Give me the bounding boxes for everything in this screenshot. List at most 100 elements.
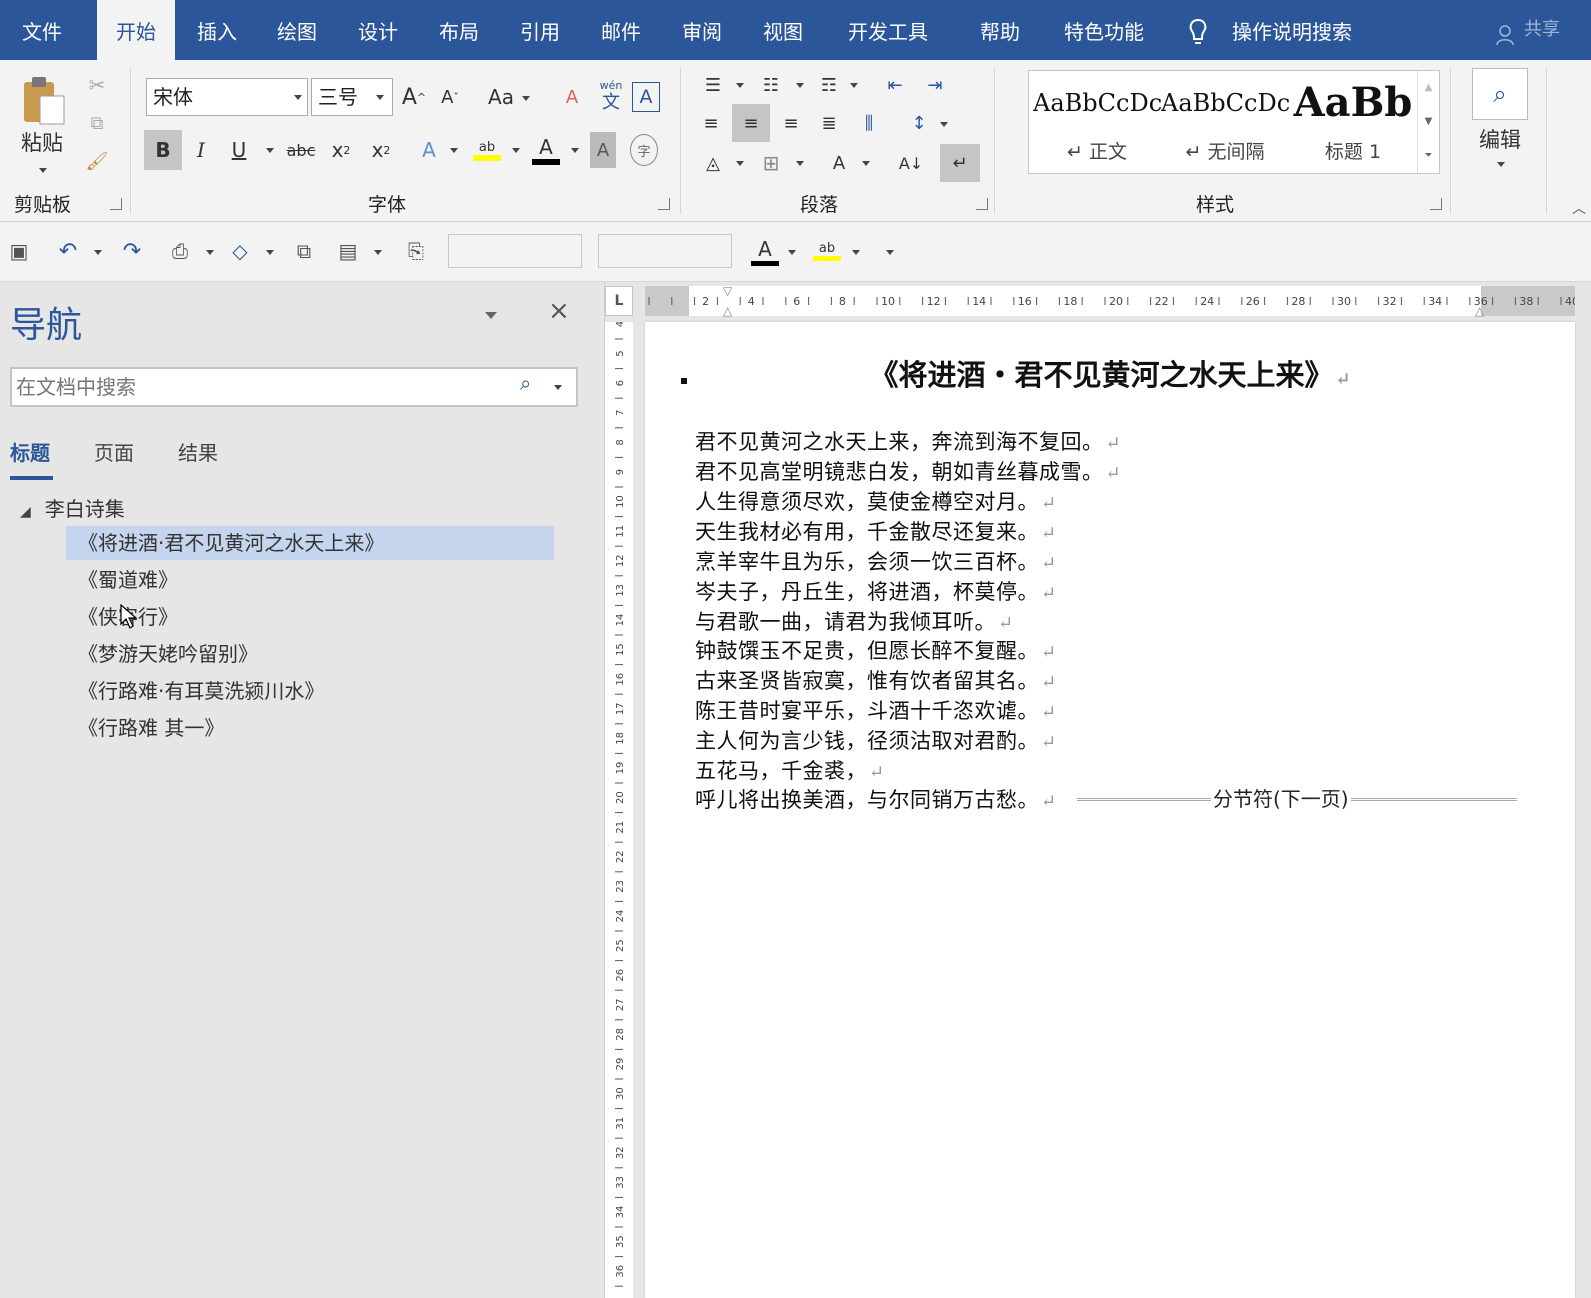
hanging-indent-icon[interactable]: △: [723, 304, 732, 318]
tab-help[interactable]: 帮助: [958, 0, 1042, 60]
qat-highlight-icon[interactable]: ab: [812, 236, 842, 266]
font-name-dropdown-icon[interactable]: [294, 95, 302, 100]
collapse-triangle-icon[interactable]: ◢: [20, 504, 31, 520]
gallery-scroll[interactable]: ▲ ▼ ⏷: [1417, 71, 1439, 173]
grow-font-icon[interactable]: A ^: [400, 80, 428, 114]
share-button[interactable]: 共享: [1524, 0, 1560, 60]
textbox-dropdown-icon[interactable]: [374, 250, 382, 255]
tab-developer[interactable]: 开发工具: [838, 0, 938, 60]
undo-dropdown-icon[interactable]: [94, 250, 102, 255]
font-color-dropdown-icon[interactable]: [571, 148, 579, 153]
shapes-dropdown-icon[interactable]: [266, 250, 274, 255]
superscript-button[interactable]: x2: [368, 130, 394, 170]
tab-view[interactable]: 视图: [746, 0, 820, 60]
tab-selector[interactable]: L: [605, 286, 633, 316]
underline-button[interactable]: U: [226, 130, 252, 170]
textbox-icon[interactable]: ▤: [334, 236, 362, 266]
nav-close-icon[interactable]: ×: [548, 296, 570, 326]
tab-home[interactable]: 开始: [97, 0, 175, 60]
change-case-button[interactable]: Aa: [486, 80, 516, 114]
qat-spin-input[interactable]: [448, 234, 582, 268]
heading-item[interactable]: 《行路难·有耳莫洗颍川水》: [66, 674, 554, 708]
search-options-dropdown-icon[interactable]: [554, 385, 562, 390]
tab-mailings[interactable]: 邮件: [584, 0, 658, 60]
increase-indent-icon[interactable]: ⇥: [920, 70, 950, 100]
numbering-dropdown-icon[interactable]: [796, 83, 804, 88]
shading-icon[interactable]: ◬: [698, 146, 728, 180]
cut-icon[interactable]: ✂: [82, 70, 112, 100]
sort-icon[interactable]: A↓: [896, 146, 926, 180]
document-page[interactable]: 《将进酒・君不见黄河之水天上来》 ↵ 君不见黄河之水天上来，奔流到海不复回。 ↵ 君…: [645, 322, 1575, 1298]
tab-insert[interactable]: 插入: [180, 0, 254, 60]
paste-icon[interactable]: [20, 74, 68, 126]
document-title[interactable]: 《将进酒・君不见黄河之水天上来》 ↵: [645, 352, 1575, 394]
print-preview-icon[interactable]: ⎘: [402, 236, 430, 266]
line-spacing-icon[interactable]: ↕: [904, 106, 934, 140]
tab-design[interactable]: 设计: [341, 0, 415, 60]
font-launcher-icon[interactable]: [658, 198, 670, 210]
highlight-dropdown-icon[interactable]: [512, 148, 520, 153]
poem-line[interactable]: 人生得意须尽欢，莫使金樽空对月。 ↵: [695, 486, 1057, 516]
styles-launcher-icon[interactable]: [1430, 198, 1442, 210]
section-break[interactable]: 分节符(下一页): [1077, 783, 1517, 812]
qat-font-color-dropdown-icon[interactable]: [788, 250, 796, 255]
search-icon[interactable]: ⌕: [520, 371, 531, 395]
borders-icon[interactable]: ⊞: [756, 146, 786, 180]
paste-dropdown-icon[interactable]: [39, 168, 47, 173]
vertical-ruler[interactable]: 4 5 6 7 8 9 10 11 12 13 14 15 16 17 18 19 20 21 22 23 24 25 26…: [605, 322, 633, 1298]
nav-search-input[interactable]: [16, 373, 516, 401]
poem-line[interactable]: 君不见黄河之水天上来，奔流到海不复回。 ↵: [695, 426, 1121, 456]
gallery-up-icon[interactable]: ▲: [1418, 71, 1439, 105]
poem-line[interactable]: 五花马，千金裘， ↵: [695, 755, 885, 785]
enclose-characters-icon[interactable]: 字: [630, 134, 658, 166]
editing-dropdown-icon[interactable]: [1497, 162, 1505, 167]
bold-button[interactable]: B: [144, 130, 182, 170]
line-spacing-dropdown-icon[interactable]: [940, 122, 948, 127]
multilevel-dropdown-icon[interactable]: [850, 83, 858, 88]
first-line-indent-icon[interactable]: ▽: [723, 284, 732, 298]
poem-line[interactable]: 呼儿将出换美酒，与尔同销万古愁。 ↵: [695, 784, 1057, 814]
paragraph-launcher-icon[interactable]: [976, 198, 988, 210]
font-color-icon[interactable]: A: [531, 130, 561, 170]
style-heading-1[interactable]: AaBb 标题 1: [1289, 71, 1417, 175]
decrease-indent-icon[interactable]: ⇤: [880, 70, 910, 100]
numbering-icon[interactable]: ☷: [756, 70, 786, 100]
qat-spin-input[interactable]: [598, 234, 732, 268]
clear-formatting-icon[interactable]: A: [558, 80, 586, 114]
shapes-icon[interactable]: ◇: [226, 236, 254, 266]
tab-features[interactable]: 特色功能: [1052, 0, 1156, 60]
bullets-dropdown-icon[interactable]: [736, 83, 744, 88]
tab-references[interactable]: 引用: [503, 0, 577, 60]
style-normal[interactable]: AaBbCcDc ↵ 正文: [1033, 71, 1161, 175]
save-icon[interactable]: ▣: [6, 236, 32, 266]
right-indent-icon[interactable]: △: [1475, 304, 1484, 318]
poem-line[interactable]: 陈王昔时宴平乐，斗酒十千恣欢谑。 ↵: [695, 695, 1057, 725]
heading-item[interactable]: 《梦游天姥吟留别》: [66, 637, 554, 671]
shrink-font-icon[interactable]: Aˇ: [436, 80, 464, 114]
copy-icon[interactable]: ⧉: [82, 108, 112, 138]
find-icon[interactable]: ⌕: [1472, 68, 1528, 120]
shading-dropdown-icon[interactable]: [736, 161, 744, 166]
paste-button[interactable]: 粘贴: [16, 128, 68, 156]
asian-layout-icon[interactable]: A: [822, 146, 856, 180]
nav-tab-results[interactable]: 结果: [178, 437, 218, 466]
tab-layout[interactable]: 布局: [422, 0, 496, 60]
qat-font-color-icon[interactable]: A: [750, 236, 780, 266]
insert-object-icon[interactable]: ⧉: [290, 236, 318, 266]
show-hide-marks-icon[interactable]: ↵: [940, 144, 980, 182]
change-case-dropdown-icon[interactable]: [522, 96, 530, 101]
nav-tab-pages[interactable]: 页面: [94, 437, 134, 466]
text-effects-dropdown-icon[interactable]: [450, 148, 458, 153]
tab-file[interactable]: 文件: [0, 0, 84, 60]
align-center-icon[interactable]: ≡: [732, 104, 770, 142]
poem-line[interactable]: 古来圣贤皆寂寞，惟有饮者留其名。 ↵: [695, 665, 1057, 695]
text-effects-icon[interactable]: A: [416, 130, 442, 170]
font-name-combo[interactable]: 宋体: [146, 78, 308, 116]
borders-dropdown-icon[interactable]: [796, 161, 804, 166]
qat-highlight-dropdown-icon[interactable]: [852, 250, 860, 255]
strikethrough-button[interactable]: abc: [286, 130, 316, 170]
poem-line[interactable]: 烹羊宰牛且为乐，会须一饮三百杯。 ↵: [695, 546, 1057, 576]
print-dropdown-icon[interactable]: [206, 250, 214, 255]
editing-button[interactable]: 编辑: [1470, 126, 1530, 152]
highlight-color-icon[interactable]: ab: [472, 130, 502, 170]
